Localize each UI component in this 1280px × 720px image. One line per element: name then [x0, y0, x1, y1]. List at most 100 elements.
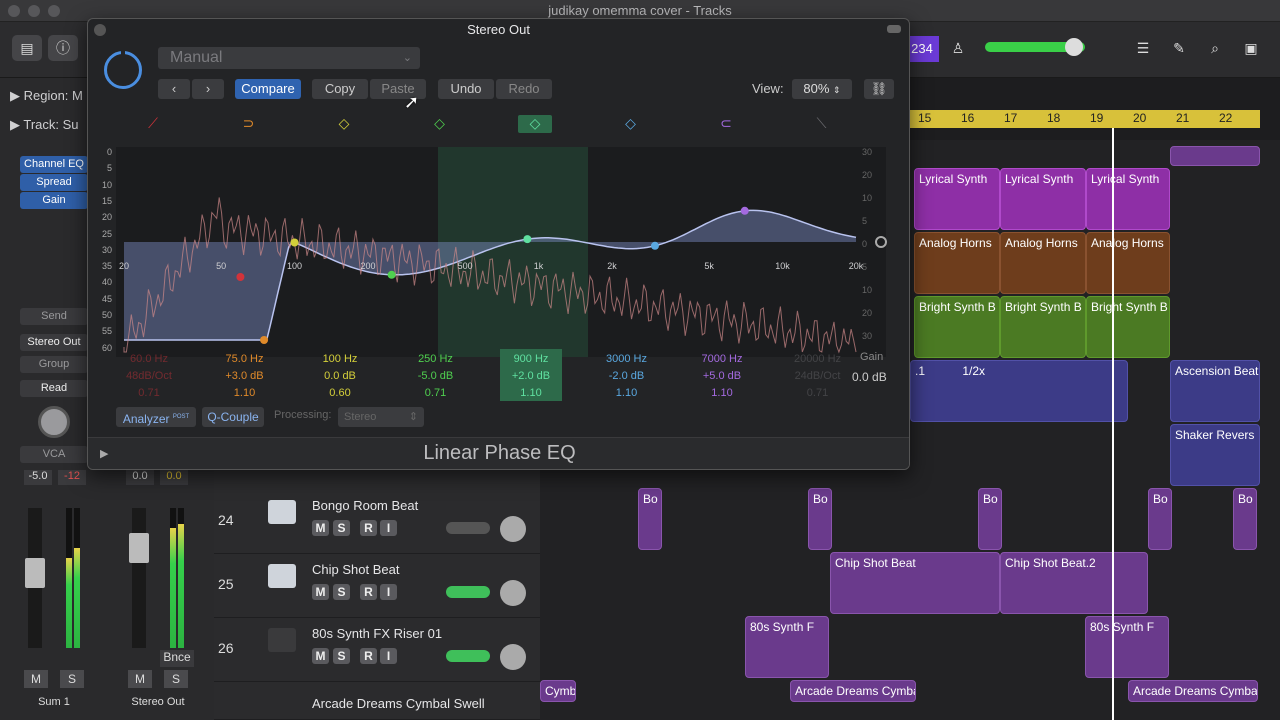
band-gain[interactable]: 24dB/Oct — [787, 370, 849, 382]
track-row[interactable]: 24 Bongo Room Beat M S R I — [214, 490, 540, 554]
input-monitor-button[interactable]: I — [380, 584, 397, 600]
redo-button[interactable]: Redo — [496, 79, 552, 99]
band-gain[interactable]: -2.0 dB — [596, 370, 658, 382]
solo-button[interactable]: S — [333, 520, 350, 536]
region[interactable]: Chip Shot Beat — [830, 552, 1000, 614]
band-4-params[interactable]: 250 Hz -5.0 dB 0.71 — [405, 349, 467, 401]
band-q[interactable]: 0.60 — [309, 387, 371, 399]
band-2-shape-icon[interactable]: ⊃ — [232, 115, 266, 133]
band-freq[interactable]: 20000 Hz — [787, 353, 849, 365]
solo-button[interactable]: S — [333, 584, 350, 600]
region[interactable]: Bo — [638, 488, 662, 550]
automation-mode[interactable]: Read — [20, 380, 88, 397]
band-gain[interactable]: 0.0 dB — [309, 370, 371, 382]
band-q[interactable]: 1.10 — [500, 387, 562, 399]
region[interactable]: 80s Synth F — [745, 616, 829, 678]
region[interactable]: Bright Synth B — [1000, 296, 1086, 358]
track-row[interactable]: 25 Chip Shot Beat M S R I — [214, 554, 540, 618]
band-freq[interactable]: 250 Hz — [405, 353, 467, 365]
region[interactable] — [1170, 146, 1260, 166]
lcd-display[interactable]: 234 — [905, 36, 939, 62]
band-q[interactable]: 0.71 — [405, 387, 467, 399]
region[interactable]: Bo — [1148, 488, 1172, 550]
ch2-mute-button[interactable]: M — [128, 670, 152, 688]
volume-slider[interactable] — [446, 586, 490, 598]
band-handle-2[interactable] — [260, 336, 269, 344]
band-3-params[interactable]: 100 Hz 0.0 dB 0.60 — [309, 349, 371, 401]
band-q[interactable]: 0.71 — [787, 387, 849, 399]
band-handle-3[interactable] — [290, 238, 299, 247]
browser-icon[interactable]: ▣ — [1236, 35, 1266, 61]
band-handle-6[interactable] — [650, 241, 659, 250]
region[interactable]: Bo — [808, 488, 832, 550]
mute-button[interactable]: M — [312, 520, 329, 536]
pan-knob[interactable] — [500, 516, 526, 542]
band-handle-7[interactable] — [740, 206, 749, 215]
mute-button[interactable]: M — [312, 648, 329, 664]
band-2-params[interactable]: 75.0 Hz +3.0 dB 1.10 — [214, 349, 276, 401]
band-freq[interactable]: 7000 Hz — [691, 353, 753, 365]
band-freq[interactable]: 900 Hz — [500, 353, 562, 365]
region[interactable]: Bright Synth B — [914, 296, 1000, 358]
notepad-icon[interactable]: ✎ — [1164, 35, 1194, 61]
band-7-shape-icon[interactable]: ⊂ — [709, 115, 743, 133]
region[interactable]: Bo — [1233, 488, 1257, 550]
region[interactable]: Analog Horns — [914, 232, 1000, 294]
region[interactable]: Cymba — [540, 680, 576, 702]
vca-slot[interactable]: VCA — [20, 446, 88, 463]
region[interactable]: Bo — [978, 488, 1002, 550]
band-3-shape-icon[interactable]: ◇ — [327, 115, 361, 133]
analyzer-button[interactable]: Analyzer POST — [116, 407, 196, 427]
band-freq[interactable]: 75.0 Hz — [214, 353, 276, 365]
compare-button[interactable]: Compare — [235, 79, 301, 99]
input-monitor-button[interactable]: I — [380, 520, 397, 536]
copy-button[interactable]: Copy — [312, 79, 368, 99]
track-disclosure[interactable]: ▶ Track: Su — [10, 117, 79, 133]
ch1-fader-handle[interactable] — [25, 558, 45, 588]
processing-select[interactable]: Stereo ⇕ — [338, 407, 424, 427]
band-1-shape-icon[interactable]: ⟋ — [136, 115, 170, 133]
band-handle-4[interactable] — [387, 270, 396, 279]
region-disclosure[interactable]: ▶ Region: M — [10, 88, 83, 104]
band-q[interactable]: 0.71 — [118, 387, 180, 399]
band-q[interactable]: 1.10 — [691, 387, 753, 399]
region[interactable]: 80s Synth F — [1085, 616, 1169, 678]
band-5-params[interactable]: 900 Hz +2.0 dB 1.10 — [500, 349, 562, 401]
preset-select[interactable]: Manual ⌄ — [158, 47, 420, 69]
band-gain[interactable]: +5.0 dB — [691, 370, 753, 382]
eq-curve-canvas[interactable]: 20 50 100 200 500 1k 2k 5k 10k 20k — [116, 147, 886, 357]
region[interactable]: Analog Horns — [1086, 232, 1170, 294]
region[interactable]: Lyrical Synth — [914, 168, 1000, 230]
band-gain[interactable]: +3.0 dB — [214, 370, 276, 382]
band-gain[interactable]: 48dB/Oct — [118, 370, 180, 382]
record-enable-button[interactable]: R — [360, 520, 377, 536]
ch1-fader-track[interactable] — [25, 508, 45, 648]
track-row[interactable]: Arcade Dreams Cymbal Swell — [214, 682, 540, 720]
band-handle-5[interactable] — [523, 235, 532, 244]
view-zoom-select[interactable]: 80% ⇕ — [792, 79, 852, 99]
region[interactable]: Ascension Beat — [1170, 360, 1260, 422]
plugin-slot-1[interactable]: Channel EQ — [20, 156, 88, 173]
band-4-shape-icon[interactable]: ◇ — [423, 115, 457, 133]
list-editors-icon[interactable]: ☰ — [1128, 35, 1158, 61]
q-couple-button[interactable]: Q-Couple — [202, 407, 264, 427]
metronome-icon[interactable]: ♙ — [943, 35, 973, 61]
band-8-shape-icon[interactable]: ⟍ — [805, 115, 839, 133]
send-slot[interactable]: Send — [20, 308, 88, 325]
link-icon[interactable]: ⛓ — [864, 79, 894, 99]
band-8-params[interactable]: 20000 Hz 24dB/Oct 0.71 — [787, 349, 849, 401]
output-slot[interactable]: Stereo Out — [20, 334, 88, 351]
search-icon[interactable]: ⌕ — [1200, 35, 1230, 61]
band-7-params[interactable]: 7000 Hz +5.0 dB 1.10 — [691, 349, 753, 401]
region[interactable]: Lyrical Synth — [1000, 168, 1086, 230]
region[interactable]: Bright Synth B — [1086, 296, 1170, 358]
mute-button[interactable]: M — [312, 584, 329, 600]
band-gain[interactable]: -5.0 dB — [405, 370, 467, 382]
solo-button[interactable]: S — [333, 648, 350, 664]
band-1-params[interactable]: 60.0 Hz 48dB/Oct 0.71 — [118, 349, 180, 401]
region[interactable]: Shaker Revers — [1170, 424, 1260, 486]
ch1-mute-button[interactable]: M — [24, 670, 48, 688]
band-q[interactable]: 1.10 — [214, 387, 276, 399]
eq-graph[interactable]: 20 50 100 200 500 1k 2k 5k 10k 20k 0 5 10 15 20 25 30 35… — [102, 147, 886, 357]
gain-slider-handle[interactable] — [875, 236, 887, 248]
